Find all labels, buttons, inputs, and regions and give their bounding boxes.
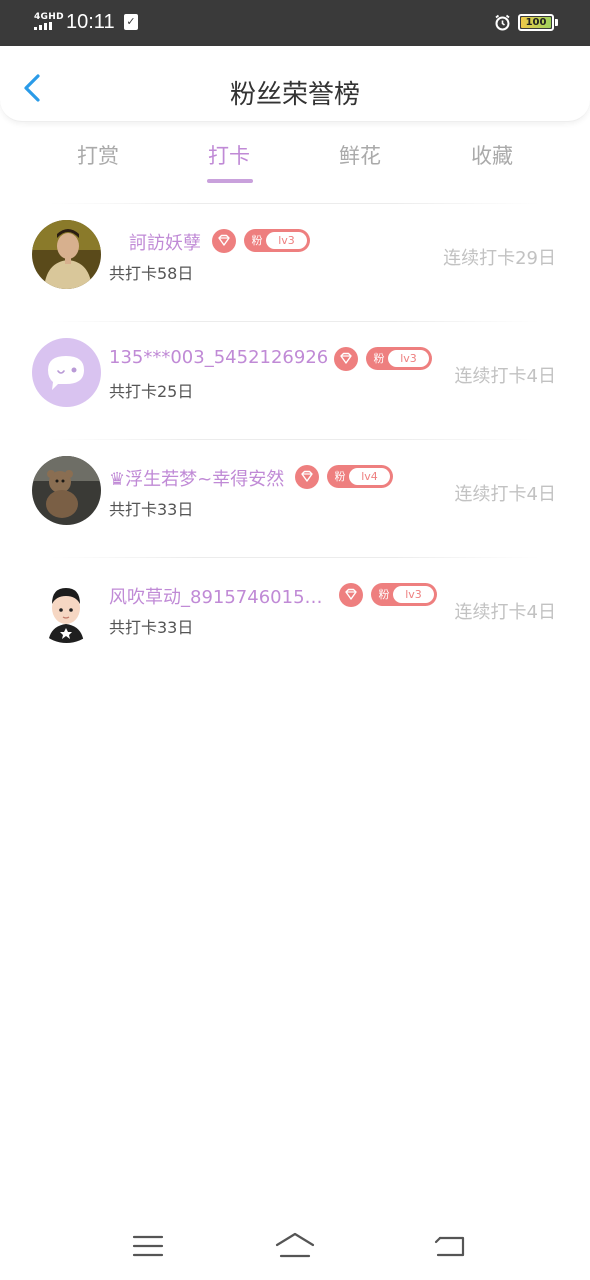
tab-reward[interactable]: 打赏 [48, 140, 148, 170]
fan-tag: 粉 [373, 352, 385, 365]
signal-icon [34, 22, 60, 30]
avatar [32, 574, 101, 643]
streak-days: 连续打卡4日 [454, 366, 556, 387]
battery-icon: 100 [518, 14, 554, 31]
streak-days: 连续打卡4日 [454, 602, 556, 623]
list-item[interactable]: ♛浮生若梦~幸得安然 粉 lv4 共打卡33日 连续打卡4日 [0, 436, 590, 554]
tab-checkin[interactable]: 打卡 [179, 140, 279, 170]
fan-tag: 粉 [378, 588, 390, 601]
menu-icon[interactable] [128, 1228, 168, 1264]
diamond-icon [212, 229, 236, 253]
fan-level-badge: 粉 lv3 [244, 229, 310, 252]
avatar [32, 456, 101, 525]
tab-favorites[interactable]: 收藏 [442, 140, 542, 170]
fan-level: lv3 [393, 586, 434, 603]
home-icon[interactable] [275, 1228, 315, 1264]
fan-level-badge: 粉 lv4 [327, 465, 393, 488]
diamond-icon [339, 583, 363, 607]
streak-days: 连续打卡4日 [454, 484, 556, 505]
fan-level: lv4 [349, 468, 390, 485]
total-checkins: 共打卡25日 [109, 382, 194, 401]
fan-level: lv3 [266, 232, 307, 249]
total-checkins: 共打卡33日 [109, 500, 194, 519]
avatar [32, 338, 101, 407]
fan-level-badge: 粉 lv3 [371, 583, 437, 606]
fan-name: 135***003_5452126926 [109, 347, 329, 368]
tab-bar: 打赏 打卡 鲜花 收藏 [0, 128, 590, 188]
active-tab-indicator [207, 179, 253, 183]
fan-name: 风吹草动_8915746015… [109, 587, 323, 608]
total-checkins: 共打卡58日 [109, 264, 194, 283]
battery-level: 100 [525, 17, 547, 28]
list-item[interactable]: 135***003_5452126926 粉 lv3 共打卡25日 连续打卡4日 [0, 318, 590, 436]
fan-name: 訶訪妖孽 [129, 233, 201, 254]
diamond-icon [334, 347, 358, 371]
status-time: 10:11 [66, 11, 115, 33]
alarm-icon [495, 14, 510, 31]
list-item[interactable]: 訶訪妖孽 粉 lv3 共打卡58日 连续打卡29日 [0, 200, 590, 318]
fan-level-badge: 粉 lv3 [366, 347, 432, 370]
list-item[interactable]: 风吹草动_8915746015… 粉 lv3 共打卡33日 连续打卡4日 [0, 554, 590, 672]
avatar [32, 220, 101, 289]
fan-name: ♛浮生若梦~幸得安然 [109, 469, 285, 490]
streak-days: 连续打卡29日 [443, 248, 556, 269]
return-icon[interactable] [430, 1228, 470, 1264]
tab-flowers[interactable]: 鲜花 [310, 140, 410, 170]
system-nav-bar [0, 1212, 590, 1280]
total-checkins: 共打卡33日 [109, 618, 194, 637]
status-bar: 4GHD 10:11 ✓ 100 [0, 0, 590, 46]
task-check-icon: ✓ [124, 14, 138, 30]
header: 粉丝荣誉榜 [0, 46, 590, 122]
diamond-icon [295, 465, 319, 489]
network-indicator: 4GHD [34, 12, 64, 22]
fan-level: lv3 [388, 350, 429, 367]
page-title: 粉丝荣誉榜 [229, 80, 360, 110]
fan-tag: 粉 [251, 234, 263, 247]
fan-tag: 粉 [334, 470, 346, 483]
